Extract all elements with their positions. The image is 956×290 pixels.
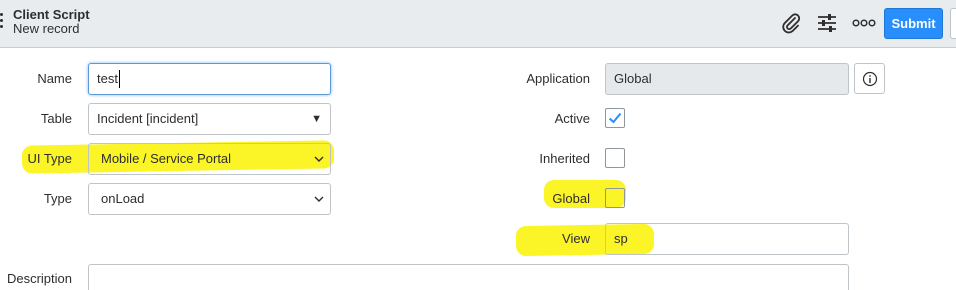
ui-type-value: Mobile / Service Portal	[101, 151, 232, 166]
inherited-checkbox[interactable]	[605, 148, 625, 168]
info-button[interactable]	[854, 63, 885, 94]
name-field[interactable]: test	[88, 63, 331, 95]
title-block: Client Script New record	[13, 8, 90, 36]
table-label: Table	[40, 111, 72, 126]
more-icon[interactable]	[851, 10, 877, 36]
chevron-down-icon	[314, 196, 324, 202]
type-select[interactable]: onLoad	[88, 183, 331, 215]
description-textarea[interactable]	[88, 264, 849, 290]
menu-icon[interactable]	[0, 13, 4, 31]
chevron-down-icon	[314, 156, 324, 162]
page-subtitle: New record	[13, 21, 80, 36]
sliders-icon[interactable]	[814, 10, 840, 36]
description-label: Description	[6, 271, 72, 286]
text-caret	[119, 70, 120, 88]
application-label: Application	[526, 71, 590, 86]
type-value: onLoad	[101, 191, 145, 206]
active-label: Active	[554, 111, 590, 126]
type-label: Type	[43, 191, 72, 206]
application-field: Global	[605, 63, 849, 95]
inherited-label: Inherited	[539, 151, 590, 166]
table-value: Incident [incident]	[97, 111, 199, 126]
ui-type-label: UI Type	[27, 151, 72, 166]
ui-type-select[interactable]: Mobile / Service Portal	[88, 143, 331, 175]
name-value: test	[97, 71, 118, 86]
checkmark-icon	[608, 112, 622, 124]
paperclip-icon[interactable]	[778, 10, 804, 36]
global-checkbox[interactable]	[605, 188, 625, 208]
form-header: Client Script New record Submit	[0, 0, 956, 48]
info-icon	[862, 71, 877, 86]
view-label: View	[562, 231, 590, 246]
application-value: Global	[614, 71, 652, 86]
global-label: Global	[552, 191, 590, 206]
view-value: sp	[614, 231, 628, 246]
submit-button[interactable]: Submit	[884, 8, 943, 39]
active-checkbox[interactable]	[605, 108, 625, 128]
table-select[interactable]: Incident [incident] ▼	[88, 103, 331, 135]
header-extra-button[interactable]	[950, 8, 956, 39]
name-label: Name	[37, 71, 72, 86]
dropdown-triangle-icon: ▼	[311, 113, 322, 125]
view-field[interactable]: sp	[605, 223, 849, 255]
page-title: Client Script	[13, 7, 90, 22]
